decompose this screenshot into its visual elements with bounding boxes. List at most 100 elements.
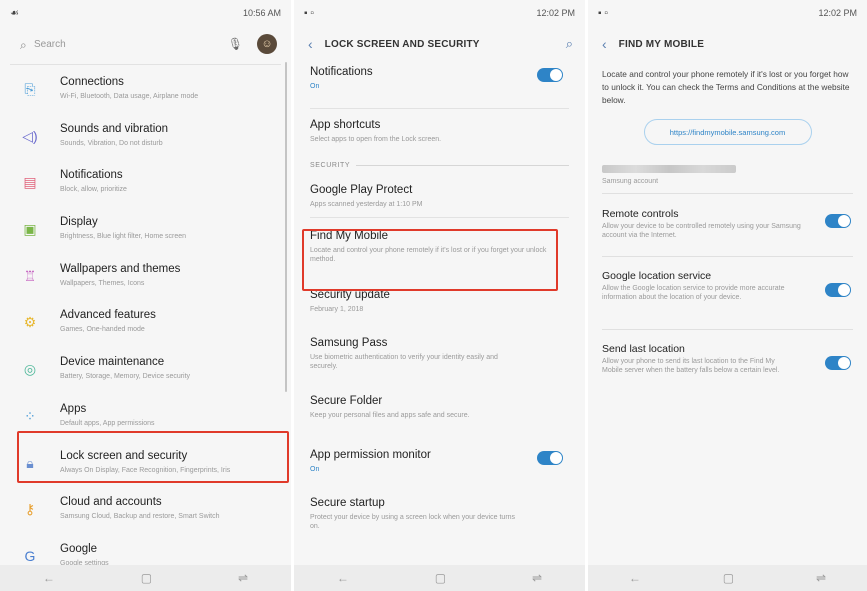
item-title: Google Play Protect — [310, 184, 413, 196]
apps-icon: ⁘ — [24, 407, 36, 424]
search-bar[interactable]: ⌕ Search 🎙 ☺ — [0, 26, 291, 62]
settings-item-notifications[interactable]: ▤ Notifications Block, allow, prioritize — [0, 160, 291, 207]
settings-item-lock-screen[interactable]: 🔒︎ Lock screen and security Always On Dis… — [0, 441, 291, 488]
notifications-toggle[interactable] — [537, 68, 563, 82]
home-icon[interactable]: ▢ — [435, 571, 446, 585]
item-title: Lock screen and security — [60, 449, 188, 462]
settings-item-wallpapers[interactable]: ♖ Wallpapers and themes Wallpapers, Theme… — [0, 254, 291, 301]
app-permission-monitor-row[interactable]: App permission monitor On — [294, 442, 585, 492]
settings-screen: ☙ 10:56 AM ⌕ Search 🎙 ☺ ⎘ Connections Wi-… — [0, 0, 291, 591]
lock-icon: 🔒︎ — [26, 454, 34, 471]
app-permission-monitor-toggle[interactable] — [537, 451, 563, 465]
settings-item-display[interactable]: ▣ Display Brightness, Blue light filter, … — [0, 207, 291, 254]
item-title: Notifications — [310, 66, 373, 78]
settings-item-device-maintenance[interactable]: ◎ Device maintenance Battery, Storage, Me… — [0, 347, 291, 394]
scrollbar[interactable] — [285, 62, 287, 392]
recents-icon[interactable]: ⇌ — [816, 571, 826, 585]
secure-folder-row[interactable]: Secure Folder Keep your personal files a… — [294, 390, 585, 442]
settings-item-sounds[interactable]: ◁) Sounds and vibration Sounds, Vibration… — [0, 114, 291, 161]
google-location-toggle[interactable] — [825, 283, 851, 297]
notification-icons: ▪ ▫ — [598, 7, 608, 19]
find-my-mobile-row[interactable]: Find My Mobile Locate and control your p… — [294, 218, 585, 278]
status-bar: ☙ 10:56 AM — [0, 0, 291, 26]
google-play-protect-row[interactable]: Google Play Protect Apps scanned yesterd… — [294, 173, 585, 217]
item-title: Samsung Pass — [310, 337, 388, 349]
microphone-icon[interactable]: 🎙 — [228, 37, 243, 51]
status-bar: ▪ ▫ 12:02 PM — [294, 0, 585, 26]
item-title: Google — [60, 542, 98, 555]
item-subtitle: Brightness, Blue light filter, Home scre… — [60, 233, 187, 241]
remote-controls-toggle[interactable] — [825, 214, 851, 228]
item-subtitle: Keep your personal files and apps safe a… — [310, 412, 470, 419]
blurred-account-email — [602, 165, 736, 173]
notification-icons: ▪ ▫ — [304, 7, 314, 19]
item-subtitle: Games, One-handed mode — [60, 326, 145, 334]
notifications-row[interactable]: Notifications On — [294, 62, 585, 108]
account-label: Samsung account — [602, 178, 659, 185]
divider — [10, 64, 281, 65]
item-subtitle: Allow your device to be controlled remot… — [602, 223, 801, 239]
google-location-service-row[interactable]: Google location service Allow the Google… — [588, 257, 867, 329]
item-subtitle: Protect your device by using a screen lo… — [310, 514, 516, 530]
key-icon: ⚷ — [24, 501, 36, 518]
app-shortcuts-row[interactable]: App shortcuts Select apps to open from t… — [294, 109, 585, 157]
security-section-header: SECURITY — [294, 157, 585, 173]
item-title: Secure Folder — [310, 395, 383, 407]
item-title: Wallpapers and themes — [60, 262, 181, 275]
notifications-icon: ▤ — [23, 174, 37, 191]
search-input[interactable]: Search — [34, 39, 228, 50]
lock-screen-security-screen: ▪ ▫ 12:02 PM ‹ LOCK SCREEN AND SECURITY … — [294, 0, 585, 591]
status-time: 10:56 AM — [242, 8, 281, 18]
settings-item-apps[interactable]: ⁘ Apps Default apps, App permissions — [0, 394, 291, 441]
item-title: Sounds and vibration — [60, 122, 169, 135]
item-subtitle: Allow the Google location service to pro… — [602, 285, 785, 301]
settings-item-advanced[interactable]: ⚙ Advanced features Games, One-handed mod… — [0, 300, 291, 347]
speaker-icon: ◁) — [22, 127, 38, 144]
home-icon[interactable]: ▢ — [723, 571, 734, 585]
navigation-bar: ← ▢ ⇌ — [294, 565, 585, 591]
item-subtitle: Allow your phone to send its last locati… — [602, 358, 780, 374]
section-label: SECURITY — [310, 161, 351, 169]
display-icon: ▣ — [23, 221, 37, 238]
item-subtitle: Locate and control your phone remotely i… — [310, 247, 547, 263]
recents-icon[interactable]: ⇌ — [532, 571, 542, 585]
send-last-location-toggle[interactable] — [825, 356, 851, 370]
back-icon[interactable]: ← — [337, 571, 349, 585]
item-title: Google location service — [602, 270, 712, 282]
app-header: ‹ FIND MY MOBILE — [588, 26, 867, 62]
search-icon[interactable]: ⌕ — [566, 36, 573, 52]
item-title: App permission monitor — [310, 449, 431, 461]
brush-icon: ♖ — [23, 267, 37, 284]
item-subtitle: Samsung Cloud, Backup and restore, Smart… — [60, 513, 220, 521]
remote-controls-row[interactable]: Remote controls Allow your device to be … — [588, 194, 867, 256]
item-title: App shortcuts — [310, 119, 381, 131]
send-last-location-row[interactable]: Send last location Allow your phone to s… — [588, 330, 867, 400]
section-line — [356, 164, 569, 166]
maintenance-icon: ◎ — [23, 361, 37, 378]
item-subtitle: Block, allow, prioritize — [60, 186, 127, 194]
settings-item-connections[interactable]: ⎘ Connections Wi-Fi, Bluetooth, Data usag… — [0, 67, 291, 114]
home-icon[interactable]: ▢ — [141, 571, 152, 585]
settings-item-cloud[interactable]: ⚷ Cloud and accounts Samsung Cloud, Backu… — [0, 487, 291, 534]
item-title: Connections — [60, 76, 124, 88]
recents-icon[interactable]: ⇌ — [238, 571, 248, 585]
account-row[interactable]: Samsung account — [588, 145, 867, 193]
samsung-pass-row[interactable]: Samsung Pass Use biometric authenticatio… — [294, 328, 585, 390]
back-arrow-icon[interactable]: ‹ — [308, 36, 313, 52]
item-subtitle: Default apps, App permissions — [60, 419, 155, 427]
website-link-button[interactable]: https://findmymobile.samsung.com — [643, 119, 812, 145]
item-subtitle: Sounds, Vibration, Do not disturb — [60, 139, 163, 147]
item-status: On — [310, 83, 320, 90]
security-update-row[interactable]: Security update February 1, 2018 — [294, 278, 585, 328]
status-bar: ▪ ▫ 12:02 PM — [588, 0, 867, 26]
back-arrow-icon[interactable]: ‹ — [602, 36, 607, 52]
avatar[interactable]: ☺ — [257, 34, 277, 54]
secure-startup-row[interactable]: Secure startup Protect your device by us… — [294, 492, 585, 538]
back-icon[interactable]: ← — [629, 571, 641, 585]
gear-plus-icon: ⚙ — [23, 314, 37, 331]
navigation-bar: ← ▢ ⇌ — [0, 565, 291, 591]
item-subtitle: Select apps to open from the Lock screen… — [310, 136, 442, 143]
search-icon: ⌕ — [20, 38, 27, 52]
app-header: ‹ LOCK SCREEN AND SECURITY ⌕ — [294, 26, 585, 62]
back-icon[interactable]: ← — [43, 571, 55, 585]
